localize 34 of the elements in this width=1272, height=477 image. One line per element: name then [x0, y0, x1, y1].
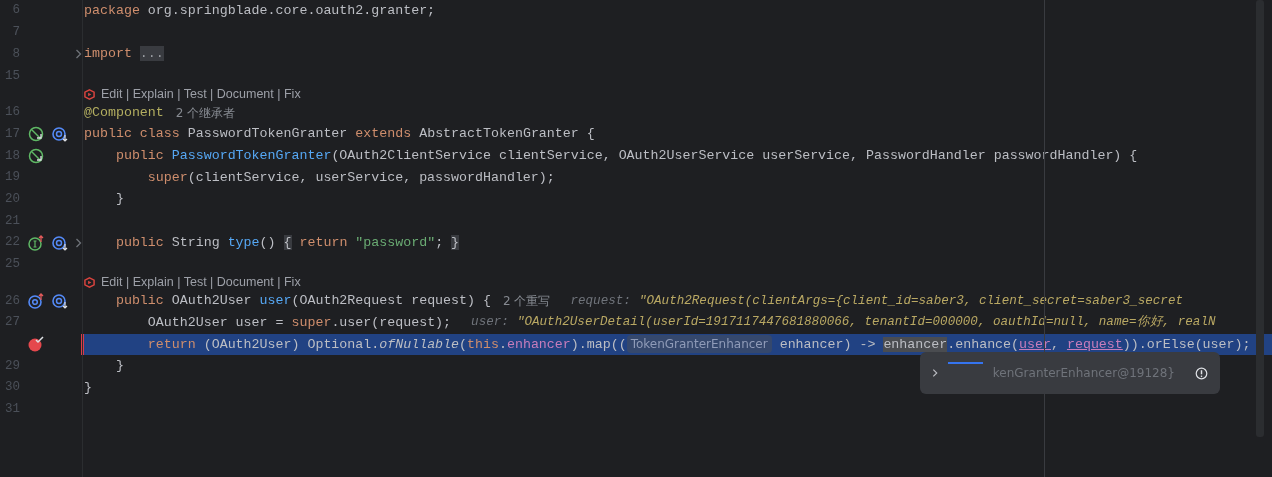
expand-chevron-icon[interactable] — [932, 368, 939, 378]
code-line: import ... — [84, 45, 164, 64]
code-lens-actions[interactable]: Edit | Explain | Test | Document | Fix — [101, 84, 301, 104]
debug-value-text: kenGranterEnhancer@19128} — [992, 365, 1175, 382]
debug-variable-value: "OAuth2UserDetail(userId=1917117447681880066, tenantId=000000, oauthId=null, name=你好, realN — [516, 314, 1216, 332]
scrollbar[interactable] — [1256, 0, 1264, 437]
progress-line — [948, 362, 983, 364]
warning-icon[interactable] — [1195, 365, 1208, 381]
debug-variable-name: user: — [471, 314, 509, 332]
code-line: public class PasswordTokenGranter extends AbstractTokenGranter { — [84, 125, 595, 144]
inlay-hint[interactable]: 2 个继承者 — [175, 103, 236, 122]
code-line: public String type() { return "password"; } — [114, 233, 460, 252]
debug-variable-value: "OAuth2Request(clientArgs={client_id=saber3, client_secret=saber3_secret — [638, 292, 1184, 310]
circle-arrow-icon[interactable] — [28, 126, 44, 143]
ai-assistant-icon — [84, 88, 95, 100]
code-lens-actions[interactable]: Edit | Explain | Test | Document | Fix — [101, 273, 301, 293]
code-line: OAuth2User user = super.user(request); — [146, 313, 452, 332]
inlay-hint[interactable]: 2 个重写 — [503, 292, 551, 311]
code-line: public PasswordTokenGranter(OAuth2ClientService clientService, OAuth2UserService userService, PasswordHandler passwordHandler) { — [114, 147, 1138, 165]
code-line: } — [84, 378, 92, 397]
fold-chevron-icon[interactable] — [74, 237, 82, 248]
parameter-type-hint: TokenGranterEnhancer — [626, 335, 772, 354]
code-line: super(clientService, userService, passwordHandler); — [146, 168, 555, 187]
code-line: } — [114, 357, 124, 376]
code-line: return (OAuth2User) Optional.ofNullable(this.enhancer).map(( — [146, 335, 627, 354]
code-line: enhancer) -> enhancer.enhance(user, request)).orElse(user); — [778, 335, 1251, 354]
code-line: public OAuth2User user(OAuth2Request request) { — [114, 292, 491, 311]
code-line: package org.springblade.core.oauth2.granter; — [84, 1, 436, 20]
debug-variable-name: request: — [570, 292, 631, 310]
breakpoint-icon[interactable] — [28, 336, 44, 353]
code-line: } — [114, 190, 124, 209]
code-line: @Component — [84, 103, 164, 122]
ai-assistant-icon — [84, 277, 95, 289]
fold-chevron-icon[interactable] — [74, 49, 82, 60]
